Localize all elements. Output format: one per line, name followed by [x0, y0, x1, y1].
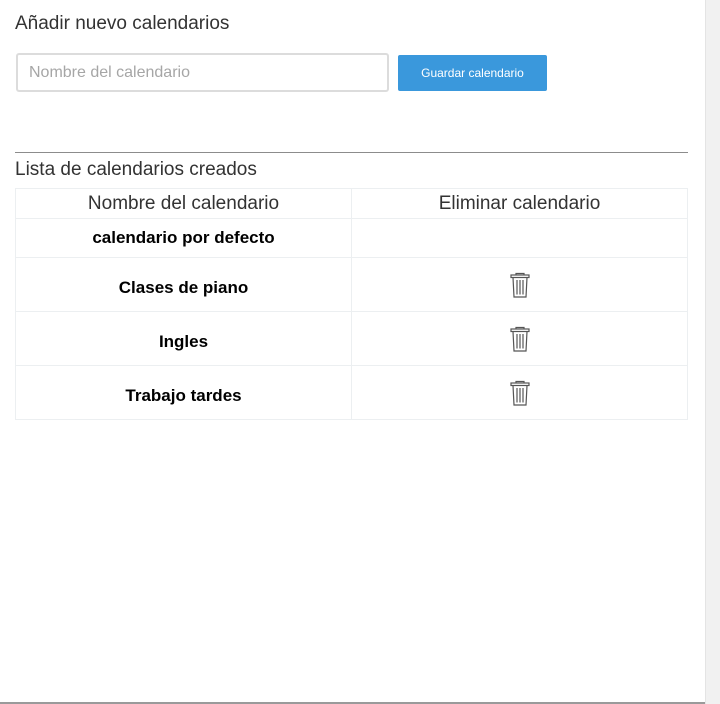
- calendar-name-cell: Ingles: [15, 311, 352, 366]
- add-calendar-title: Añadir nuevo calendarios: [15, 13, 230, 34]
- page: Añadir nuevo calendarios Guardar calenda…: [0, 0, 720, 704]
- calendar-name-cell: Clases de piano: [15, 257, 352, 312]
- trash-icon[interactable]: [508, 379, 532, 407]
- scrollbar[interactable]: [705, 0, 720, 704]
- trash-icon[interactable]: [508, 271, 532, 299]
- calendar-name: Ingles: [158, 331, 209, 351]
- calendar-name-input[interactable]: [16, 53, 389, 92]
- delete-cell: [351, 257, 688, 312]
- divider: [15, 152, 688, 153]
- table-row: Ingles: [15, 311, 688, 366]
- table-row: Clases de piano: [15, 257, 688, 312]
- calendar-name: Trabajo tardes: [125, 385, 242, 405]
- delete-cell: [351, 365, 688, 420]
- calendar-name: calendario por defecto: [92, 228, 275, 247]
- delete-cell: [351, 311, 688, 366]
- table-row: Trabajo tardes: [15, 365, 688, 420]
- calendar-name-cell: Trabajo tardes: [15, 365, 352, 420]
- calendar-table: Nombre del calendario Eliminar calendari…: [15, 188, 688, 420]
- table-header-row: Nombre del calendario Eliminar calendari…: [15, 188, 688, 219]
- calendar-name: Clases de piano: [118, 277, 249, 297]
- save-calendar-button[interactable]: Guardar calendario: [398, 55, 547, 91]
- calendar-name-cell: calendario por defecto: [15, 218, 352, 258]
- column-header-name: Nombre del calendario: [15, 188, 352, 219]
- column-header-delete: Eliminar calendario: [351, 188, 688, 219]
- delete-cell-empty: [351, 218, 688, 258]
- table-row: calendario por defecto: [15, 218, 688, 258]
- trash-icon[interactable]: [508, 325, 532, 353]
- calendar-list-title: Lista de calendarios creados: [15, 159, 257, 180]
